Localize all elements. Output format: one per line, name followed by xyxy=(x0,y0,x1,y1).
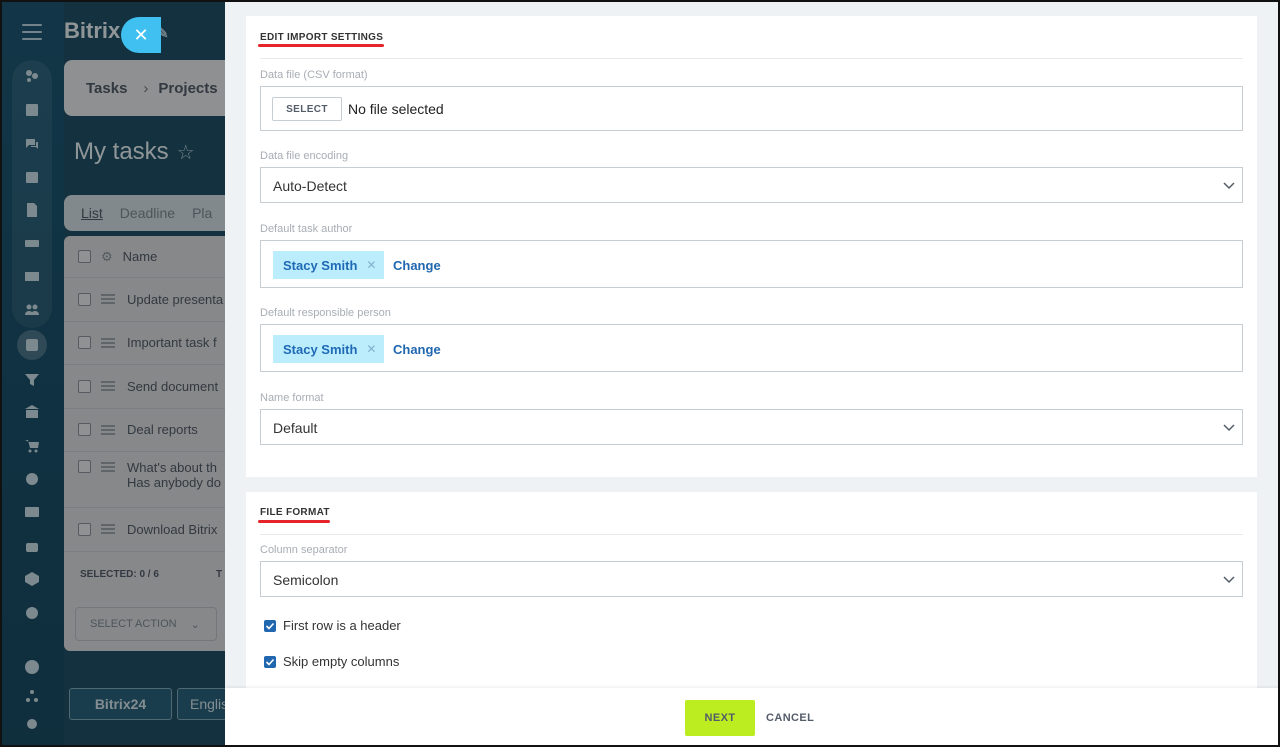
chevron-down-icon xyxy=(1223,576,1235,584)
import-panel: EDIT IMPORT SETTINGS Data file (CSV form… xyxy=(225,0,1280,747)
name-format-value: Default xyxy=(273,420,318,436)
divider xyxy=(260,534,1243,535)
name-format-select[interactable]: Default xyxy=(260,409,1243,445)
chevron-down-icon xyxy=(1223,182,1235,190)
responsible-tag[interactable]: Stacy Smith ✕ xyxy=(273,335,385,363)
first-row-header-label: First row is a header xyxy=(283,618,401,633)
first-row-header-checkbox[interactable] xyxy=(264,619,276,632)
change-responsible-link[interactable]: Change xyxy=(393,342,441,357)
encoding-label: Data file encoding xyxy=(260,150,349,162)
encoding-select[interactable]: Auto-Detect xyxy=(260,167,1243,203)
chevron-down-icon xyxy=(1223,424,1235,432)
close-icon[interactable]: ✕ xyxy=(121,17,161,53)
encoding-value: Auto-Detect xyxy=(273,178,347,194)
panel-footer: NEXT CANCEL xyxy=(225,688,1280,747)
data-file-label: Data file (CSV format) xyxy=(260,69,368,81)
skip-empty-checkbox[interactable] xyxy=(264,655,276,668)
remove-tag-icon[interactable]: ✕ xyxy=(366,258,376,272)
file-status: No file selected xyxy=(348,101,444,117)
remove-tag-icon[interactable]: ✕ xyxy=(366,342,376,356)
name-format-label: Name format xyxy=(260,392,324,404)
responsible-selector[interactable]: Stacy Smith ✕ Change xyxy=(260,324,1243,372)
author-selector[interactable]: Stacy Smith ✕ Change xyxy=(260,240,1243,288)
divider xyxy=(260,58,1243,59)
separator-value: Semicolon xyxy=(273,572,339,588)
skip-empty-option[interactable]: Skip empty columns xyxy=(264,654,399,669)
change-author-link[interactable]: Change xyxy=(393,258,441,273)
first-row-header-option[interactable]: First row is a header xyxy=(264,618,401,633)
author-tag-label: Stacy Smith xyxy=(283,257,358,273)
author-tag[interactable]: Stacy Smith ✕ xyxy=(273,251,385,279)
file-format-card: FILE FORMAT Column separator Semicolon F… xyxy=(246,492,1257,692)
author-label: Default task author xyxy=(260,223,353,235)
responsible-label: Default responsible person xyxy=(260,307,391,319)
select-file-button[interactable]: SELECT xyxy=(272,97,342,121)
file-input-field: SELECT No file selected xyxy=(260,86,1243,131)
cancel-button[interactable]: CANCEL xyxy=(766,712,814,724)
separator-select[interactable]: Semicolon xyxy=(260,561,1243,597)
section-title-import: EDIT IMPORT SETTINGS xyxy=(260,32,384,43)
skip-empty-label: Skip empty columns xyxy=(283,654,400,669)
separator-label: Column separator xyxy=(260,544,348,556)
next-button[interactable]: NEXT xyxy=(685,700,755,736)
section-title-file-format: FILE FORMAT xyxy=(260,507,330,518)
title-underline xyxy=(258,44,384,47)
responsible-tag-label: Stacy Smith xyxy=(283,341,358,357)
import-settings-card: EDIT IMPORT SETTINGS Data file (CSV form… xyxy=(246,16,1257,477)
title-underline xyxy=(258,520,330,523)
